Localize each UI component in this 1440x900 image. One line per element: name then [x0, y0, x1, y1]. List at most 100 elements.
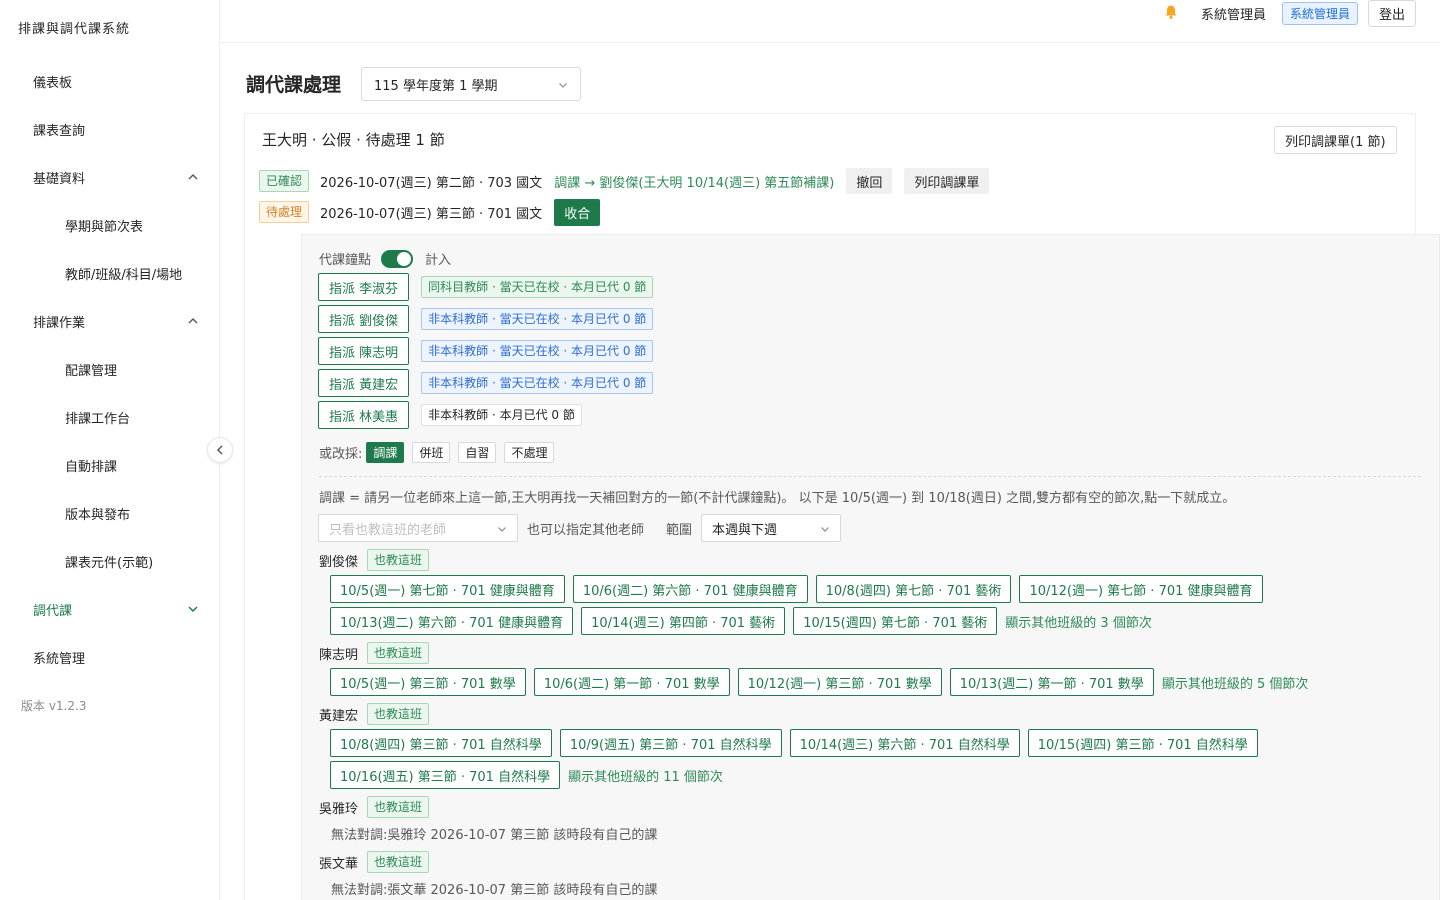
swap-result-link[interactable]: 調課 → 劉俊傑(王大明 10/14(週三) 第五節補課)	[554, 172, 834, 191]
option-merge-class[interactable]: 併班	[412, 442, 451, 463]
assign-button[interactable]: 指派 黃建宏	[318, 369, 410, 397]
page-title: 調代課處理	[246, 74, 342, 96]
range-label: 範圍	[666, 522, 693, 538]
sidebar-item-timetable-query[interactable]: 課表查詢	[0, 109, 219, 149]
swap-slot-button[interactable]: 10/5(週一) 第三節 · 701 數學	[330, 668, 526, 696]
sidebar-item-label: 版本與發布	[65, 507, 131, 523]
sidebar-item-course-assignment[interactable]: 配課管理	[0, 349, 219, 389]
revoke-button[interactable]: 撤回	[846, 168, 893, 194]
chevron-down-icon	[559, 83, 567, 88]
pending-row: 待處理 2026-10-07(週三) 第三節 · 701 國文 收合	[259, 198, 601, 226]
sidebar-item-substitution[interactable]: 調代課	[0, 589, 219, 629]
case-title: 王大明 · 公假 · 待處理 1 節	[262, 131, 445, 149]
lesson-info: 2026-10-07(週三) 第二節 · 703 國文	[320, 175, 543, 191]
swap-slot-button[interactable]: 10/13(週二) 第六節 · 701 健康與體育	[330, 607, 574, 635]
teacher-filter-select[interactable]: 只看也教這班的老師	[318, 514, 518, 542]
teacher-heading: 張文華 也教這班	[319, 851, 430, 873]
chevron-left-icon	[216, 445, 223, 455]
swap-slot-button[interactable]: 10/12(週一) 第三節 · 701 數學	[737, 668, 942, 696]
bell-icon[interactable]	[1163, 4, 1179, 20]
range-select[interactable]: 本週與下週	[701, 514, 842, 542]
swap-slot-button[interactable]: 10/15(週四) 第七節 · 701 藝術	[793, 607, 998, 635]
collapse-button[interactable]: 收合	[554, 198, 601, 226]
also-teaches-badge: 也教這班	[367, 796, 430, 818]
swap-slot-button[interactable]: 10/14(週三) 第六節 · 701 自然科學	[789, 729, 1020, 757]
toggle-label: 代課鐘點	[319, 253, 372, 268]
swap-explanation: 調課 = 請另一位老師來上這一節,王大明再找一天補回對方的一節(不計代課鐘點)。…	[319, 491, 1236, 506]
app-title: 排課與調代課系統	[18, 22, 131, 37]
chevron-down-icon	[498, 527, 506, 532]
chevron-up-icon	[188, 318, 198, 324]
cannot-swap-note: 無法對調:張文華 2026-10-07 第三節 該時段有自己的課	[331, 883, 658, 898]
option-swap[interactable]: 調課	[366, 442, 405, 463]
swap-slot-button[interactable]: 10/12(週一) 第七節 · 701 健康與體育	[1019, 575, 1263, 603]
teacher-heading: 陳志明 也教這班	[319, 642, 430, 664]
swap-slot-button[interactable]: 10/8(週四) 第三節 · 701 自然科學	[330, 729, 552, 757]
filter-row: 只看也教這班的老師 也可以指定其他老師 範圍 本週與下週	[318, 514, 842, 542]
slot-row: 10/16(週五) 第三節 · 701 自然科學 顯示其他班級的 11 個節次	[330, 761, 723, 789]
also-teaches-badge: 也教這班	[367, 549, 430, 571]
sidebar-item-timetable-components[interactable]: 課表元件(示範)	[0, 541, 219, 581]
cannot-swap-note: 無法對調:吳雅玲 2026-10-07 第三節 該時段有自己的課	[331, 828, 658, 843]
sidebar-item-scheduling[interactable]: 排課作業	[0, 301, 219, 341]
filter-hint: 也可以指定其他老師	[527, 522, 645, 538]
swap-slot-button[interactable]: 10/5(週一) 第七節 · 701 健康與體育	[330, 575, 565, 603]
show-other-classes-link[interactable]: 顯示其他班級的 11 個節次	[568, 766, 723, 785]
assign-row: 指派 林美惠 非本科教師 · 本月已代 0 節	[318, 401, 582, 429]
also-teaches-badge: 也教這班	[367, 851, 430, 873]
sidebar-item-system-admin[interactable]: 系統管理	[0, 637, 219, 677]
chevron-down-icon	[188, 606, 198, 612]
option-self-study[interactable]: 自習	[458, 442, 497, 463]
swap-slot-button[interactable]: 10/6(週二) 第六節 · 701 健康與體育	[572, 575, 808, 603]
option-ignore[interactable]: 不處理	[504, 442, 555, 463]
sidebar-item-basic-data[interactable]: 基礎資料	[0, 157, 219, 197]
resolution-panel	[301, 234, 1440, 900]
swap-slot-button[interactable]: 10/8(週四) 第七節 · 701 藝術	[815, 575, 1012, 603]
chevron-up-icon	[188, 174, 198, 180]
confirmed-row: 已確認 2026-10-07(週三) 第二節 · 703 國文 調課 → 劉俊傑…	[259, 168, 990, 194]
sidebar-item-terms-periods[interactable]: 學期與節次表	[0, 205, 219, 245]
substitute-pay-toggle[interactable]	[381, 249, 414, 268]
teacher-name: 張文華	[319, 856, 359, 872]
sidebar-item-scheduling-workbench[interactable]: 排課工作台	[0, 397, 219, 437]
alt-label: 或改採:	[319, 447, 363, 462]
show-other-classes-link[interactable]: 顯示其他班級的 3 個節次	[1005, 612, 1152, 631]
sidebar-item-teachers-classes[interactable]: 教師/班級/科目/場地	[0, 253, 219, 293]
swap-slot-button[interactable]: 10/6(週二) 第一節 · 701 數學	[533, 668, 730, 696]
semester-select-value: 115 學年度第 1 學期	[374, 78, 498, 94]
show-other-classes-link[interactable]: 顯示其他班級的 5 個節次	[1162, 673, 1309, 692]
teacher-name: 吳雅玲	[319, 801, 359, 817]
range-select-value: 本週與下週	[712, 522, 778, 538]
assign-button[interactable]: 指派 陳志明	[318, 337, 410, 365]
print-all-button[interactable]: 列印調課單(1 節)	[1274, 126, 1397, 154]
chevron-down-icon	[821, 527, 829, 532]
semester-select[interactable]: 115 學年度第 1 學期	[361, 67, 581, 101]
swap-slot-button[interactable]: 10/14(週三) 第四節 · 701 藝術	[581, 607, 786, 635]
teacher-name: 劉俊傑	[319, 554, 359, 570]
teacher-info-badge: 非本科教師 · 本月已代 0 節	[421, 404, 582, 426]
swap-slot-button[interactable]: 10/9(週五) 第三節 · 701 自然科學	[559, 729, 782, 757]
slot-row: 10/13(週二) 第六節 · 701 健康與體育 10/14(週三) 第四節 …	[330, 607, 1152, 635]
assign-button[interactable]: 指派 林美惠	[318, 401, 410, 429]
sidebar-item-dashboard[interactable]: 儀表板	[0, 61, 219, 101]
swap-slot-button[interactable]: 10/13(週二) 第一節 · 701 數學	[949, 668, 1154, 696]
teacher-heading: 吳雅玲 也教這班	[319, 796, 430, 818]
assign-row: 指派 陳志明 非本科教師 · 當天已在校 · 本月已代 0 節	[318, 337, 654, 365]
swap-slot-button[interactable]: 10/16(週五) 第三節 · 701 自然科學	[330, 761, 561, 789]
logout-button[interactable]: 登出	[1368, 0, 1417, 27]
sidebar-item-versions-publish[interactable]: 版本與發布	[0, 493, 219, 533]
teacher-heading: 劉俊傑 也教這班	[319, 549, 430, 571]
swap-slot-button[interactable]: 10/15(週四) 第三節 · 701 自然科學	[1027, 729, 1258, 757]
sidebar-item-label: 課表元件(示範)	[65, 555, 154, 571]
sidebar-collapse-button[interactable]	[207, 437, 233, 463]
print-swap-button[interactable]: 列印調課單	[904, 168, 990, 194]
assign-button[interactable]: 指派 劉俊傑	[318, 305, 410, 333]
topbar: 系統管理員 系統管理員 登出	[220, 0, 1440, 43]
assign-row: 指派 李淑芬 同科目教師 · 當天已在校 · 本月已代 0 節	[318, 273, 654, 301]
assign-button[interactable]: 指派 李淑芬	[318, 273, 410, 301]
sidebar: 排課與調代課系統 儀表板 課表查詢 基礎資料 學期與節次表 教師/班級/科目/場…	[0, 0, 220, 900]
assign-row: 指派 黃建宏 非本科教師 · 當天已在校 · 本月已代 0 節	[318, 369, 654, 397]
also-teaches-badge: 也教這班	[367, 642, 430, 664]
sidebar-item-auto-scheduling[interactable]: 自動排課	[0, 445, 219, 485]
user-name: 系統管理員	[1201, 8, 1267, 23]
